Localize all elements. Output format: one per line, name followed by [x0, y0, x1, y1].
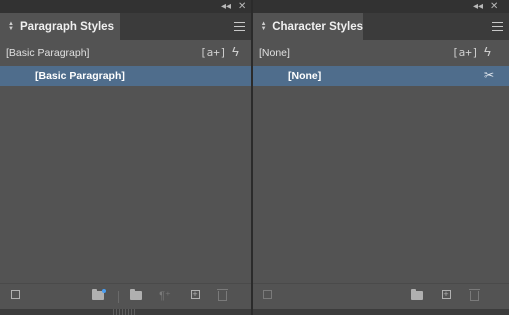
collapse-panels-icon[interactable]: ◂◂	[221, 1, 231, 12]
panel-footer: ¶⁺	[0, 283, 251, 310]
tab-title: Paragraph Styles	[20, 20, 114, 33]
delete-style-icon[interactable]	[215, 289, 229, 303]
clear-overrides-icon[interactable]: ¶⁺	[158, 290, 172, 303]
notification-dot	[102, 289, 106, 293]
panel-title-strip: ◂◂ ✕	[0, 0, 251, 13]
list-item-basic-paragraph[interactable]: [Basic Paragraph]	[0, 66, 251, 86]
collapse-panels-icon[interactable]: ◂◂	[473, 1, 483, 12]
panel-tab-bar: ▲ ▼ Paragraph Styles	[0, 13, 251, 40]
panel-footer	[253, 283, 509, 310]
load-styles-icon[interactable]	[260, 290, 274, 303]
paragraph-styles-panel: ◂◂ ✕ ▲ ▼ Paragraph Styles [Basic Paragrap…	[0, 0, 251, 315]
panel-menu-icon[interactable]	[234, 22, 245, 31]
resize-grip-icon[interactable]	[113, 309, 137, 315]
character-styles-panel: ◂◂ ✕ ▲ ▼ Character Styles [None] [a+] ϟ […	[253, 0, 509, 315]
tab-title: Character Styles	[272, 20, 363, 33]
new-style-group-icon[interactable]	[410, 289, 424, 303]
quick-apply-icon[interactable]: ϟ	[232, 44, 239, 59]
close-panel-icon[interactable]: ✕	[238, 1, 246, 12]
panel-resize-bar[interactable]	[253, 309, 509, 315]
current-style-label: [Basic Paragraph]	[6, 47, 90, 59]
load-styles-icon[interactable]	[8, 290, 22, 303]
non-editable-style-icon: ✂	[483, 68, 494, 82]
style-list-empty-area[interactable]	[253, 87, 509, 283]
new-style-group-icon[interactable]	[129, 289, 143, 303]
close-panel-icon[interactable]: ✕	[490, 1, 498, 12]
style-header: [Basic Paragraph] [a+] ϟ	[0, 40, 251, 65]
tab-expand-arrows-icon: ▲ ▼	[8, 20, 14, 32]
style-list-empty-area[interactable]	[0, 87, 251, 283]
create-new-style-icon[interactable]	[439, 288, 453, 303]
tab-expand-arrows-icon: ▲ ▼	[260, 20, 267, 32]
delete-style-icon[interactable]	[467, 289, 481, 303]
tab-character-styles[interactable]: ▲ ▼ Character Styles	[253, 13, 363, 40]
style-header: [None] [a+] ϟ	[253, 40, 509, 65]
create-style-with-selection-icon[interactable]: [a+]	[452, 46, 479, 59]
list-item-none[interactable]: [None] ✂	[253, 66, 509, 86]
style-group-options-icon[interactable]	[91, 289, 106, 303]
panel-menu-icon[interactable]	[492, 22, 503, 31]
footer-separator	[118, 291, 119, 303]
create-style-with-selection-icon[interactable]: [a+]	[200, 46, 227, 59]
panel-title-strip: ◂◂ ✕	[253, 0, 509, 13]
current-style-label: [None]	[259, 47, 290, 59]
create-new-style-icon[interactable]	[188, 288, 202, 303]
quick-apply-icon[interactable]: ϟ	[484, 44, 491, 59]
list-item-label: [Basic Paragraph]	[35, 70, 125, 82]
panel-tab-bar: ▲ ▼ Character Styles	[253, 13, 509, 40]
tab-paragraph-styles[interactable]: ▲ ▼ Paragraph Styles	[0, 13, 120, 40]
list-item-label: [None]	[288, 70, 322, 82]
